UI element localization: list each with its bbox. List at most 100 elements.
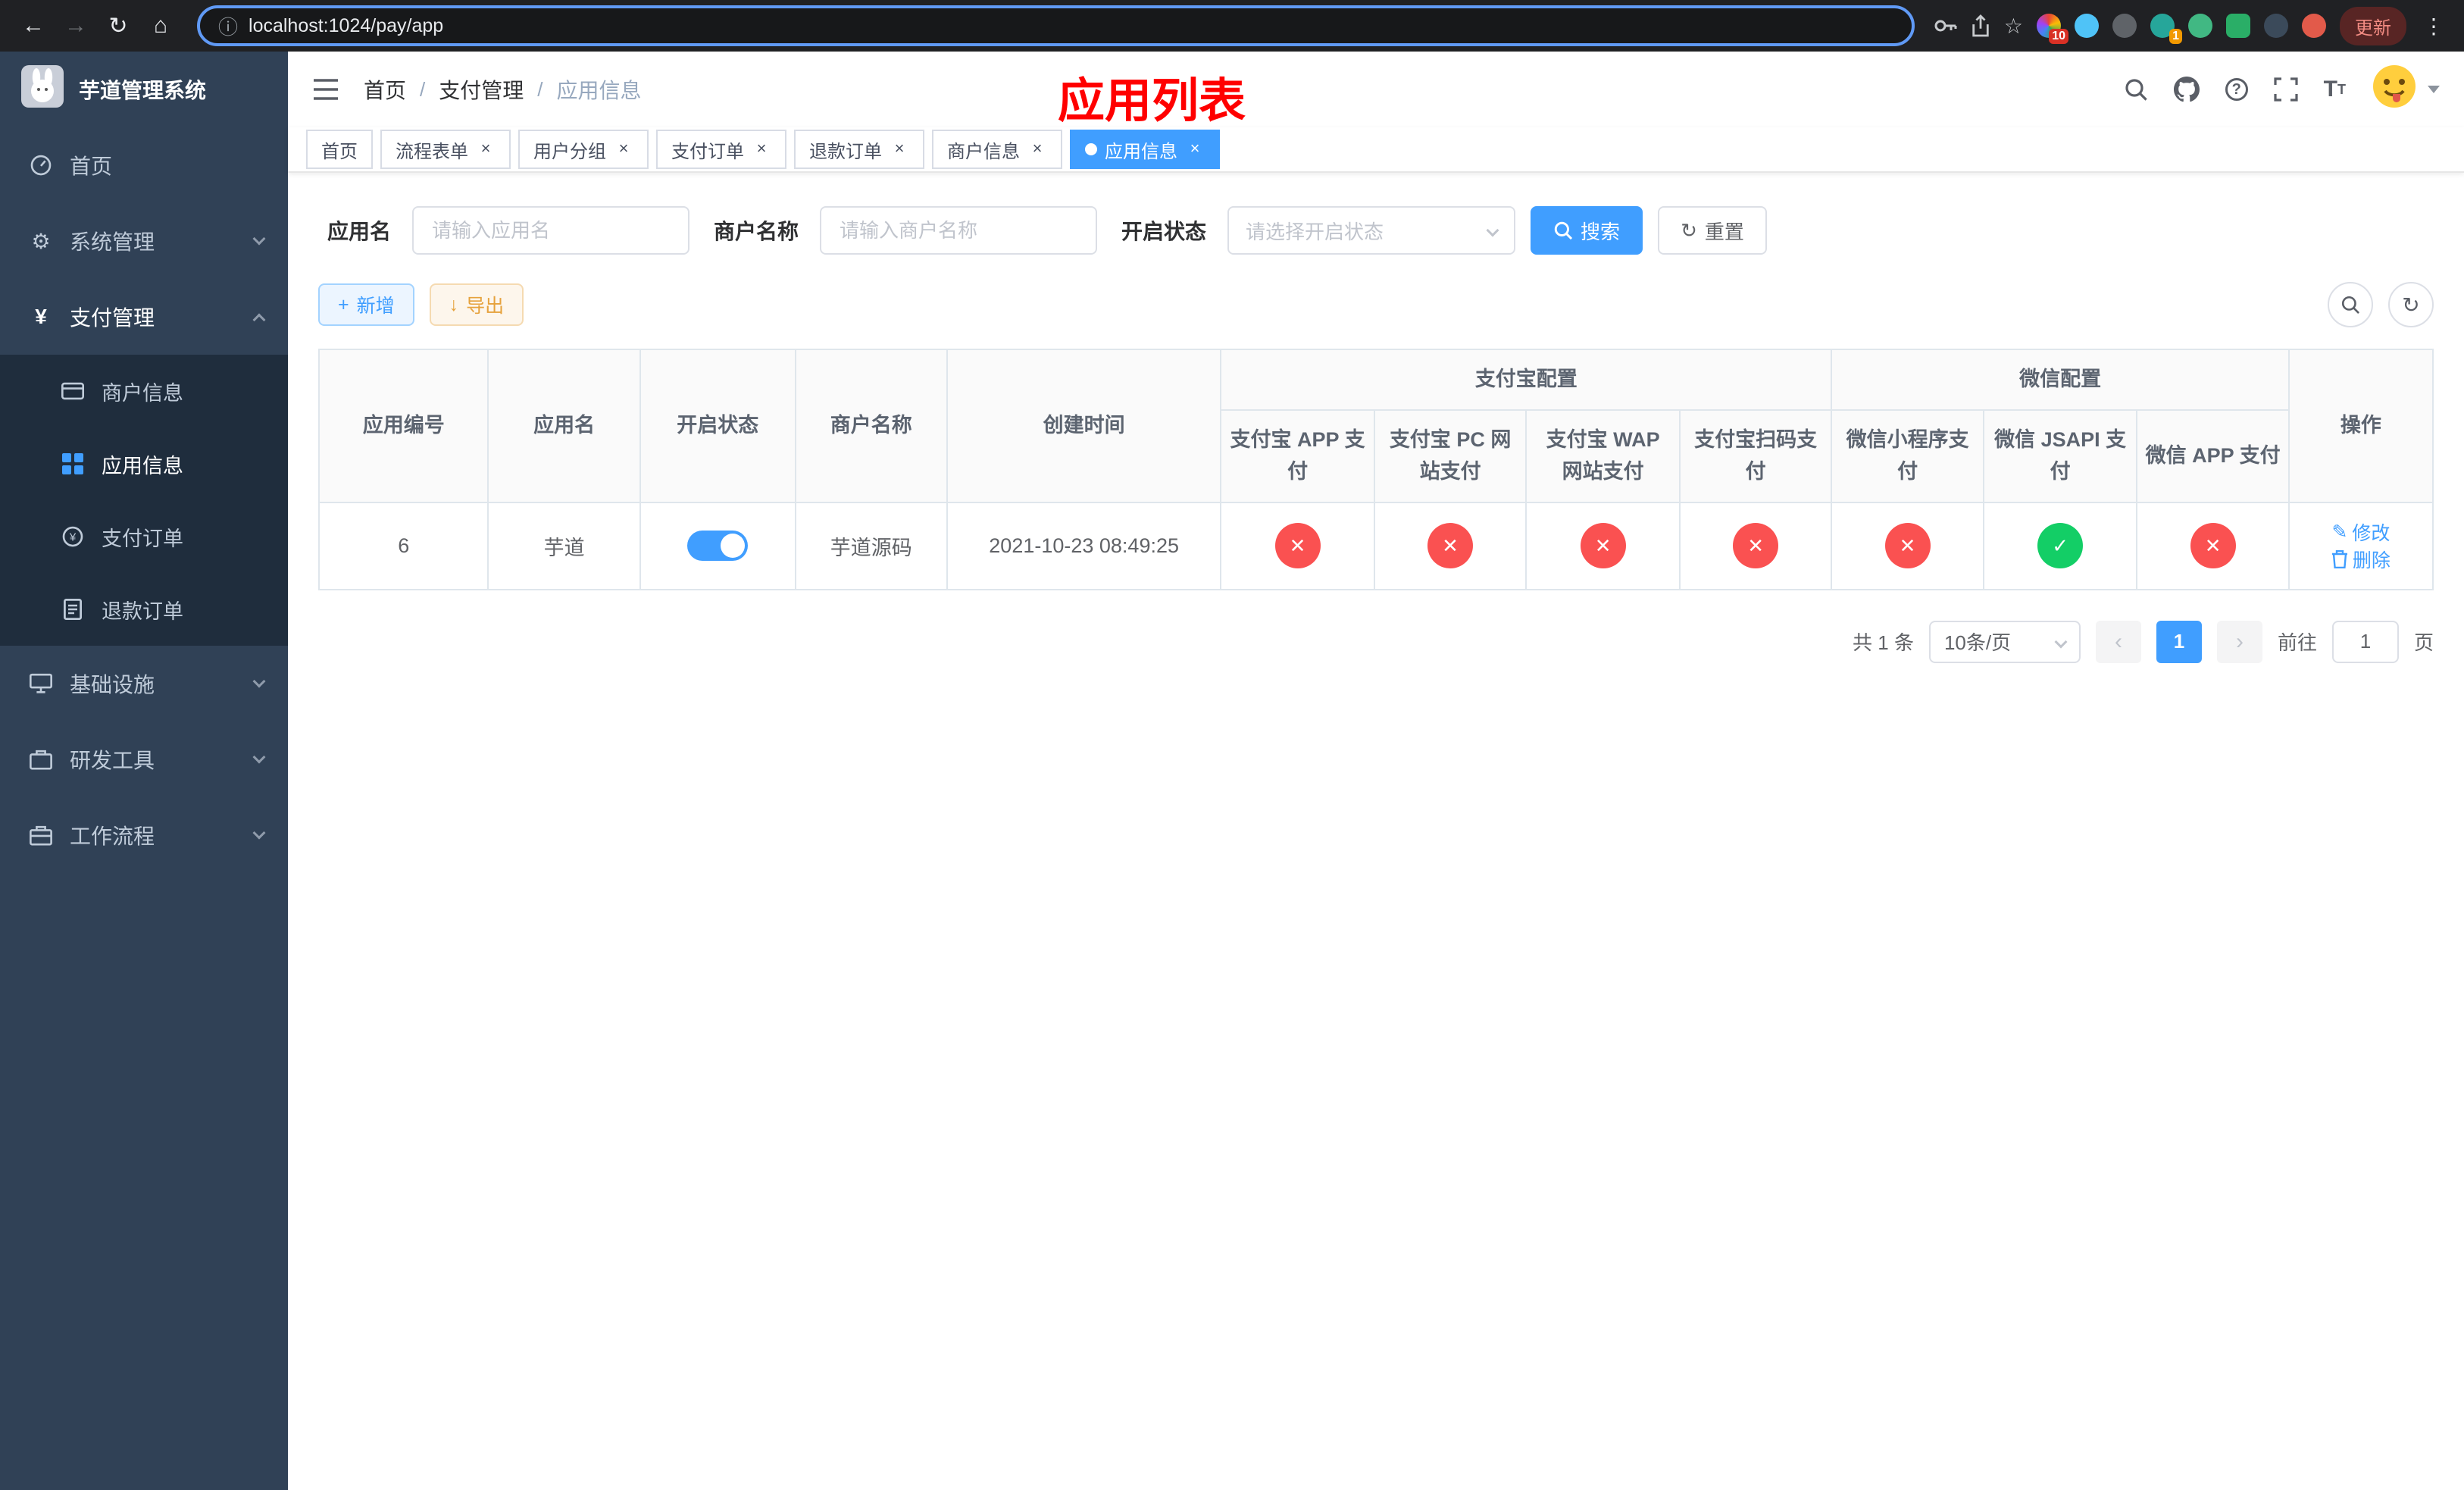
search-button[interactable]: 搜索 [1531,206,1643,255]
add-button[interactable]: + 新增 [318,283,414,326]
extension-puzzle-icon[interactable] [2264,14,2288,38]
browser-home-icon[interactable]: ⌂ [142,8,179,44]
toggle-search-button[interactable] [2328,282,2373,327]
sidebar-item-system[interactable]: ⚙ 系统管理 [0,203,288,279]
close-icon[interactable]: × [614,139,633,159]
close-icon[interactable]: × [1027,139,1047,159]
user-avatar [2372,64,2417,115]
status-icon: ✕ [1274,523,1321,569]
export-button[interactable]: ↓ 导出 [429,283,524,326]
tab-app-info[interactable]: 应用信息 × [1070,130,1220,169]
app-title: 芋道管理系统 [79,79,207,102]
breadcrumb: 首页 / 支付管理 / 应用信息 [364,74,642,105]
sidebar-item-label: 支付订单 [102,527,183,550]
sidebar-collapse-icon[interactable] [312,78,339,101]
grid-icon [61,453,85,474]
page-1-button[interactable]: 1 [2156,620,2202,663]
share-icon[interactable] [1971,14,1990,37]
page-size-select[interactable]: 10条/页 [1928,620,2081,663]
cell-alipay-qr: ✕ [1678,501,1833,590]
extension-wechat-icon[interactable] [2226,14,2250,38]
sidebar-item-payment[interactable]: ¥ 支付管理 [0,279,288,355]
status-select[interactable]: 请选择开启状态 [1227,206,1516,255]
refresh-table-button[interactable]: ↻ [2388,282,2434,327]
tab-home[interactable]: 首页 [306,130,373,169]
sidebar-item-refund-order[interactable]: 退款订单 [0,573,288,646]
chevron-down-icon [1486,224,1499,237]
extension-vue-icon[interactable] [2188,14,2212,38]
navbar-actions: ? TT [2124,64,2440,115]
sidebar-item-dev-tools[interactable]: 研发工具 [0,722,288,797]
chevron-down-icon [252,675,266,688]
merchant-name-input[interactable] [820,206,1098,255]
breadcrumb-payment[interactable]: 支付管理 [439,74,524,105]
help-icon[interactable]: ? [2225,78,2248,101]
user-menu[interactable] [2372,64,2440,115]
sidebar-item-label: 工作流程 [70,825,155,848]
github-icon[interactable] [2173,77,2200,102]
extension-drop-icon[interactable] [2075,14,2099,38]
tab-process-form[interactable]: 流程表单 × [380,130,511,169]
close-icon[interactable]: × [752,139,771,159]
next-page-button[interactable]: › [2216,620,2262,663]
plus-icon: + [338,293,349,315]
extension-user-icon[interactable]: 1 [2150,14,2182,44]
goto-page-input[interactable] [2331,620,2399,663]
tab-merchant-info[interactable]: 商户信息 × [932,130,1062,169]
cell-alipay-app: ✕ [1220,501,1375,590]
tab-label: 支付订单 [671,141,744,162]
cell-app-id: 6 [318,501,489,590]
browser-menu-icon[interactable]: ⋮ [2420,14,2449,39]
browser-forward-icon[interactable]: → [58,8,94,44]
browser-reload-icon[interactable]: ↻ [100,8,136,44]
sidebar-item-app-info[interactable]: 应用信息 [0,427,288,500]
tab-label: 用户分组 [533,141,606,162]
search-icon[interactable] [2124,77,2148,102]
fullscreen-icon[interactable] [2274,77,2298,102]
tab-refund-order[interactable]: 退款订单 × [794,130,924,169]
extension-grid-icon[interactable]: 10 [2037,14,2068,44]
sidebar-item-pay-order[interactable]: ¥ 支付订单 [0,500,288,573]
profile-avatar-icon[interactable] [2302,14,2326,38]
delete-button[interactable]: 删除 [2331,546,2391,573]
enabled-toggle[interactable] [687,531,749,562]
edit-button[interactable]: ✎ 修改 [2331,518,2390,546]
close-icon[interactable]: × [1185,139,1205,159]
monitor-icon [29,673,53,694]
sidebar-item-label: 支付管理 [70,306,155,330]
reset-button-label: 重置 [1704,220,1744,243]
breadcrumb-separator: / [420,77,426,101]
font-size-icon[interactable]: TT [2324,78,2346,101]
extension-dark-icon[interactable] [2112,14,2137,38]
tab-pay-order[interactable]: 支付订单 × [656,130,786,169]
app-name-input[interactable] [412,206,690,255]
col-alipay-app: 支付宝 APP 支付 [1220,408,1375,503]
url-bar[interactable]: ⓘ localhost:1024/pay/app [197,5,1915,46]
browser-update-button[interactable]: 更新 [2340,6,2406,45]
app-logo-row[interactable]: 芋道管理系统 [0,52,288,127]
tab-user-group[interactable]: 用户分组 × [518,130,649,169]
sidebar: 芋道管理系统 首页 ⚙ 系统管理 ¥ 支付管理 商户信息 应用信息 ¥ 支付订单… [0,52,288,1490]
sidebar-item-workflow[interactable]: 工作流程 [0,797,288,873]
password-key-icon[interactable] [1933,14,1957,38]
col-group-wechat: 微信配置 [1831,349,2290,411]
close-icon[interactable]: × [476,139,496,159]
filter-form: 应用名 商户名称 开启状态 请选择开启状态 搜索 ↻ 重置 [318,206,2434,255]
breadcrumb-current: 应用信息 [556,79,642,102]
tab-label: 首页 [321,141,358,162]
sidebar-item-infra[interactable]: 基础设施 [0,646,288,722]
breadcrumb-home[interactable]: 首页 [364,74,406,105]
tab-label: 应用信息 [1105,141,1177,162]
browser-back-icon[interactable]: ← [15,8,52,44]
page-info-icon[interactable]: ⓘ [218,12,238,40]
tab-label: 流程表单 [396,141,468,162]
extension-badge: 10 [2049,29,2068,44]
prev-page-button[interactable]: ‹ [2095,620,2141,663]
cell-app-name: 芋道 [487,501,641,590]
bookmark-star-icon[interactable]: ☆ [2004,14,2023,39]
close-icon[interactable]: × [890,139,909,159]
reset-button[interactable]: ↻ 重置 [1658,206,1767,255]
sidebar-item-home[interactable]: 首页 [0,127,288,203]
sidebar-item-label: 首页 [70,155,113,178]
sidebar-item-merchant-info[interactable]: 商户信息 [0,355,288,427]
